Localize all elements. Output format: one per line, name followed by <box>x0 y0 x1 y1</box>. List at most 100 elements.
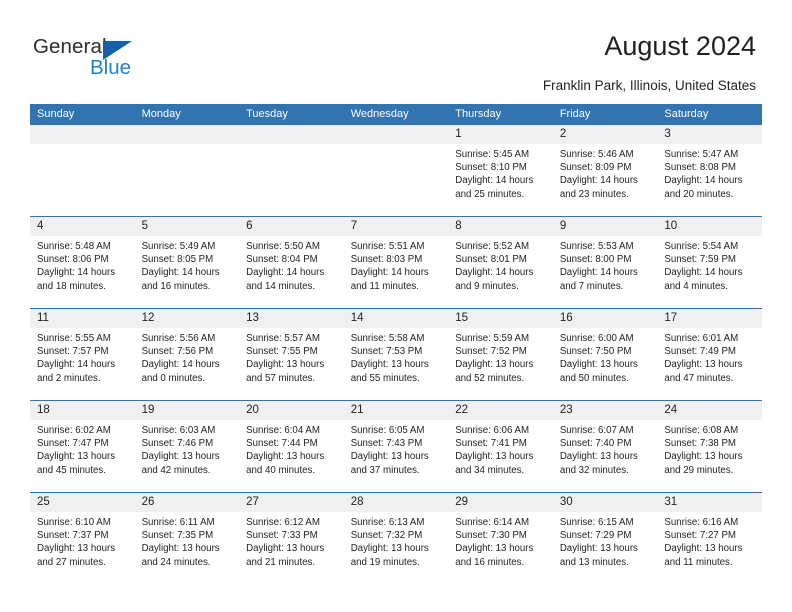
daylight-text-line2: and 40 minutes. <box>246 464 316 476</box>
brand-name-general: General <box>33 35 107 58</box>
day-cell[interactable]: 18 Sunrise: 6:02 AM Sunset: 7:47 PM Dayligh… <box>30 401 135 492</box>
sunrise-text: Sunrise: 5:59 AM <box>455 333 530 344</box>
daylight-text-line1: Daylight: 13 hours <box>664 359 743 371</box>
daylight-text-line1: Daylight: 13 hours <box>455 543 534 555</box>
sunrise-text: Sunrise: 6:05 AM <box>350 425 425 436</box>
daylight-text-line2: and 14 minutes. <box>246 280 316 292</box>
sunset-text: Sunset: 7:47 PM <box>37 438 109 450</box>
daylight-text-line1: Daylight: 13 hours <box>559 543 638 555</box>
sunset-text: Sunset: 7:35 PM <box>141 530 214 542</box>
day-cell[interactable]: 29 Sunrise: 6:14 AM Sunset: 7:30 PM Dayligh… <box>448 493 553 584</box>
sunrise-text: Sunrise: 5:57 AM <box>246 333 320 344</box>
sunrise-text: Sunrise: 6:11 AM <box>141 517 215 528</box>
weekday-header-tuesday: Tuesday <box>239 104 344 125</box>
sunrise-text: Sunrise: 6:12 AM <box>246 517 320 528</box>
day-cell[interactable]: 24 Sunrise: 6:08 AM Sunset: 7:38 PM Dayligh… <box>657 401 762 492</box>
calendar-grid: Sunday Monday Tuesday Wednesday Thursday… <box>30 104 762 584</box>
day-number: 19 <box>141 404 155 416</box>
daylight-text-line2: and 20 minutes. <box>664 188 734 200</box>
daylight-text-line1: Daylight: 14 hours <box>455 175 534 187</box>
day-number: 29 <box>455 496 469 508</box>
day-number: 10 <box>664 220 678 232</box>
weekday-label: Tuesday <box>246 108 288 120</box>
sunrise-text: Sunrise: 6:07 AM <box>559 425 634 436</box>
sunset-text: Sunset: 8:06 PM <box>37 254 109 266</box>
day-cell[interactable] <box>239 125 344 216</box>
day-cell[interactable]: 15 Sunrise: 5:59 AM Sunset: 7:52 PM Dayligh… <box>448 309 553 400</box>
day-number: 24 <box>664 404 678 416</box>
day-cell[interactable]: 13 Sunrise: 5:57 AM Sunset: 7:55 PM Dayligh… <box>239 309 344 400</box>
day-cell[interactable] <box>134 125 240 216</box>
daylight-text-line2: and 11 minutes. <box>350 280 419 292</box>
day-cell[interactable]: 31 Sunrise: 6:16 AM Sunset: 7:27 PM Dayligh… <box>657 493 762 584</box>
daylight-text-line1: Daylight: 13 hours <box>246 543 325 555</box>
daylight-text-line2: and 21 minutes. <box>246 556 316 568</box>
day-number: 1 <box>455 128 462 140</box>
daylight-text-line2: and 19 minutes. <box>350 556 420 568</box>
sunset-text: Sunset: 7:30 PM <box>455 530 527 542</box>
daylight-text-line2: and 16 minutes. <box>455 556 525 568</box>
daylight-text-line1: Daylight: 14 hours <box>246 267 325 279</box>
day-cell[interactable]: 8 Sunrise: 5:52 AM Sunset: 8:01 PM Daylight… <box>448 217 553 308</box>
day-cell[interactable]: 6 Sunrise: 5:50 AM Sunset: 8:04 PM Daylight… <box>239 217 344 308</box>
day-cell[interactable]: 2 Sunrise: 5:46 AM Sunset: 8:09 PM Daylight… <box>552 125 658 216</box>
daylight-text-line2: and 47 minutes. <box>664 372 734 384</box>
day-cell[interactable]: 12 Sunrise: 5:56 AM Sunset: 7:56 PM Dayligh… <box>134 309 240 400</box>
day-cell[interactable]: 11 Sunrise: 5:55 AM Sunset: 7:57 PM Dayligh… <box>30 309 135 400</box>
sunrise-text: Sunrise: 6:00 AM <box>559 333 634 344</box>
day-cell[interactable]: 27 Sunrise: 6:12 AM Sunset: 7:33 PM Dayligh… <box>239 493 344 584</box>
day-cell[interactable]: 10 Sunrise: 5:54 AM Sunset: 7:59 PM Dayligh… <box>657 217 762 308</box>
day-number: 4 <box>37 220 44 232</box>
day-cell[interactable]: 25 Sunrise: 6:10 AM Sunset: 7:37 PM Dayligh… <box>30 493 135 584</box>
day-number: 7 <box>350 220 358 232</box>
daylight-text-line2: and 24 minutes. <box>141 556 211 568</box>
day-cell[interactable]: 9 Sunrise: 5:53 AM Sunset: 8:00 PM Daylight… <box>552 217 658 308</box>
day-number: 26 <box>141 496 155 508</box>
sunset-text: Sunset: 8:08 PM <box>664 162 736 174</box>
weekday-label: Thursday <box>455 108 502 120</box>
day-cell[interactable]: 22 Sunrise: 6:06 AM Sunset: 7:41 PM Dayligh… <box>448 401 553 492</box>
day-cell[interactable]: 5 Sunrise: 5:49 AM Sunset: 8:05 PM Daylight… <box>134 217 240 308</box>
day-number: 17 <box>664 312 678 324</box>
day-cell[interactable]: 17 Sunrise: 6:01 AM Sunset: 7:49 PM Dayligh… <box>657 309 762 400</box>
sunrise-text: Sunrise: 6:14 AM <box>455 517 530 528</box>
day-cell[interactable]: 28 Sunrise: 6:13 AM Sunset: 7:32 PM Dayligh… <box>343 493 449 584</box>
sunrise-text: Sunrise: 6:13 AM <box>350 517 425 528</box>
sunrise-text: Sunrise: 6:08 AM <box>664 425 739 436</box>
daylight-text-line1: Daylight: 14 hours <box>350 267 429 279</box>
weekday-label: Monday <box>141 108 181 120</box>
sunset-text: Sunset: 7:49 PM <box>664 346 736 358</box>
day-cell[interactable]: 16 Sunrise: 6:00 AM Sunset: 7:50 PM Dayligh… <box>552 309 658 400</box>
day-cell[interactable]: 30 Sunrise: 6:15 AM Sunset: 7:29 PM Dayligh… <box>552 493 658 584</box>
day-cell[interactable]: 23 Sunrise: 6:07 AM Sunset: 7:40 PM Dayligh… <box>552 401 658 492</box>
sunrise-text: Sunrise: 5:52 AM <box>455 241 530 252</box>
sunrise-text: Sunrise: 5:48 AM <box>37 241 111 252</box>
day-cell[interactable]: 20 Sunrise: 6:04 AM Sunset: 7:44 PM Dayligh… <box>239 401 344 492</box>
day-cell[interactable]: 4 Sunrise: 5:48 AM Sunset: 8:06 PM Daylight… <box>30 217 135 308</box>
sunset-text: Sunset: 7:41 PM <box>455 438 527 450</box>
day-number: 12 <box>141 312 155 324</box>
sunrise-text: Sunrise: 5:56 AM <box>141 333 216 344</box>
brand-logo[interactable]: General Blue <box>33 36 163 80</box>
sunrise-text: Sunrise: 6:15 AM <box>559 517 634 528</box>
sunset-text: Sunset: 8:04 PM <box>246 254 318 266</box>
day-cell[interactable]: 1 Sunrise: 5:45 AM Sunset: 8:10 PM Daylight… <box>448 125 553 216</box>
sunset-text: Sunset: 7:32 PM <box>350 530 423 542</box>
day-number: 2 <box>559 128 567 140</box>
weekday-label: Saturday <box>664 108 709 120</box>
daylight-text-line1: Daylight: 13 hours <box>455 359 534 371</box>
sunrise-text: Sunrise: 5:50 AM <box>246 241 320 252</box>
daylight-text-line1: Daylight: 13 hours <box>141 543 220 555</box>
sunset-text: Sunset: 7:40 PM <box>559 438 632 450</box>
day-cell[interactable]: 21 Sunrise: 6:05 AM Sunset: 7:43 PM Dayligh… <box>343 401 449 492</box>
day-cell[interactable]: 3 Sunrise: 5:47 AM Sunset: 8:08 PM Daylight… <box>657 125 762 216</box>
day-cell[interactable]: 14 Sunrise: 5:58 AM Sunset: 7:53 PM Dayligh… <box>343 309 449 400</box>
sunrise-text: Sunrise: 6:04 AM <box>246 425 320 436</box>
day-cell[interactable]: 19 Sunrise: 6:03 AM Sunset: 7:46 PM Dayligh… <box>134 401 240 492</box>
day-cell[interactable] <box>30 125 135 216</box>
day-cell[interactable]: 26 Sunrise: 6:11 AM Sunset: 7:35 PM Dayligh… <box>134 493 240 584</box>
day-cell[interactable]: 7 Sunrise: 5:51 AM Sunset: 8:03 PM Daylight… <box>343 217 449 308</box>
day-cell[interactable] <box>343 125 449 216</box>
sunset-text: Sunset: 7:29 PM <box>559 530 632 542</box>
sunset-text: Sunset: 7:27 PM <box>664 530 736 542</box>
